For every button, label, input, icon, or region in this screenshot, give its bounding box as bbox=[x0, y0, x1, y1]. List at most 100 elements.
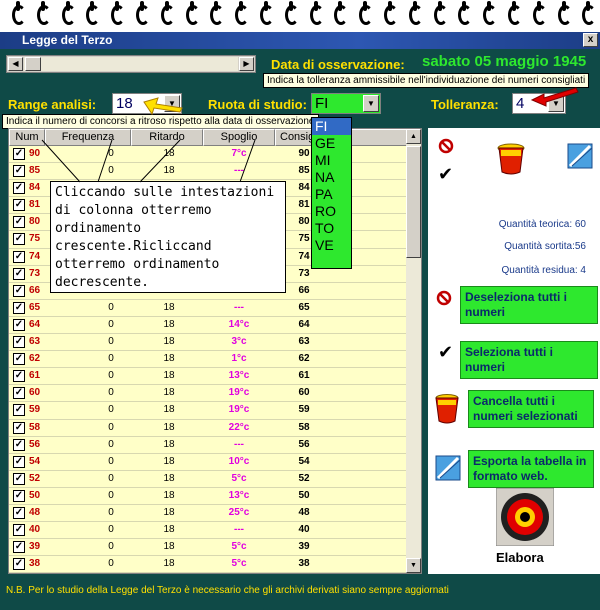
table-row[interactable]: ✓ 62 0 18 1°c 62 bbox=[9, 351, 407, 369]
row-checkbox[interactable]: ✓ bbox=[13, 284, 25, 297]
trash-bucket-icon[interactable] bbox=[434, 393, 460, 425]
ruota-option[interactable]: TO bbox=[312, 220, 351, 237]
ruota-combo[interactable]: FI ▼ bbox=[311, 93, 381, 114]
cell-consigl: 54 bbox=[298, 455, 310, 467]
table-row[interactable]: ✓ 56 0 18 --- 56 bbox=[9, 436, 407, 454]
qty-residua: Quantità residua: 4 bbox=[501, 265, 587, 276]
spiral-ring bbox=[384, 1, 398, 27]
table-row[interactable]: ✓ 61 0 18 13°c 61 bbox=[9, 368, 407, 386]
table-row[interactable]: ✓ 59 0 18 19°c 59 bbox=[9, 402, 407, 420]
row-checkbox[interactable]: ✓ bbox=[13, 387, 25, 400]
table-row[interactable]: ✓ 65 0 18 --- 65 bbox=[9, 299, 407, 317]
row-checkbox[interactable]: ✓ bbox=[13, 267, 25, 280]
table-row[interactable]: ✓ 39 0 18 5°c 39 bbox=[9, 539, 407, 557]
cancella-button[interactable]: Cancella tutti i numeri selezionati bbox=[468, 390, 594, 428]
cell-frequenza: 0 bbox=[108, 318, 114, 330]
deseleziona-button[interactable]: Deseleziona tutti i numeri bbox=[460, 286, 598, 324]
export-web-icon[interactable] bbox=[434, 454, 462, 482]
cell-num: 58 bbox=[29, 421, 41, 433]
trash-bucket-icon[interactable] bbox=[496, 142, 526, 176]
row-checkbox[interactable]: ✓ bbox=[13, 182, 25, 195]
cell-ritardo: 18 bbox=[163, 301, 175, 313]
table-row[interactable]: ✓ 63 0 18 3°c 63 bbox=[9, 334, 407, 352]
status-bar: N.B. Per lo studio della Legge del Terzo… bbox=[0, 576, 600, 610]
cell-consigl: 59 bbox=[298, 404, 310, 416]
table-row[interactable]: ✓ 50 0 18 13°c 50 bbox=[9, 487, 407, 505]
table-row[interactable]: ✓ 40 0 18 --- 40 bbox=[9, 522, 407, 540]
spiral-ring bbox=[359, 1, 374, 27]
ruota-option[interactable]: NA bbox=[312, 169, 351, 186]
scroll-up-button[interactable]: ▲ bbox=[406, 129, 421, 144]
row-checkbox[interactable]: ✓ bbox=[13, 404, 25, 417]
row-checkbox[interactable]: ✓ bbox=[13, 336, 25, 349]
tolleranza-label: Tolleranza: bbox=[431, 97, 499, 112]
row-checkbox[interactable]: ✓ bbox=[13, 318, 25, 331]
row-checkbox[interactable]: ✓ bbox=[13, 216, 25, 229]
checkmark-icon[interactable]: ✔ bbox=[438, 342, 453, 363]
no-entry-icon[interactable] bbox=[436, 290, 452, 306]
scroll-thumb[interactable] bbox=[25, 57, 41, 71]
table-row[interactable]: ✓ 54 0 18 10°c 54 bbox=[9, 453, 407, 471]
scroll-down-button[interactable]: ▼ bbox=[406, 558, 421, 573]
checkmark-icon[interactable]: ✔ bbox=[438, 164, 453, 185]
ruota-option[interactable]: RO bbox=[312, 203, 351, 220]
ruota-option[interactable]: MI bbox=[312, 152, 351, 169]
row-checkbox[interactable]: ✓ bbox=[13, 558, 25, 571]
vertical-scrollbar[interactable]: ▲ ▼ bbox=[406, 129, 421, 573]
scroll-left-button[interactable]: ◀ bbox=[8, 57, 23, 71]
horizontal-scrollbar[interactable]: ◀ ▶ bbox=[6, 55, 256, 73]
sort-hint-note: Cliccando sulle intestazioni di colonna … bbox=[50, 181, 286, 293]
row-checkbox[interactable]: ✓ bbox=[13, 421, 25, 434]
esporta-button[interactable]: Esporta la tabella in formato web. bbox=[468, 450, 594, 488]
cell-num: 50 bbox=[29, 489, 41, 501]
row-checkbox[interactable]: ✓ bbox=[13, 199, 25, 212]
qty-teorica: Quantità teorica: 60 bbox=[498, 219, 586, 230]
ruota-option[interactable]: PA bbox=[312, 186, 351, 203]
range-label: Range analisi: bbox=[8, 97, 97, 112]
table-row[interactable]: ✓ 48 0 18 25°c 48 bbox=[9, 504, 407, 523]
row-checkbox[interactable]: ✓ bbox=[13, 506, 25, 519]
cell-consigl: 50 bbox=[298, 489, 310, 501]
ruota-option[interactable]: GE bbox=[312, 135, 351, 152]
cell-num: 39 bbox=[29, 541, 41, 553]
row-checkbox[interactable]: ✓ bbox=[13, 370, 25, 383]
scroll-track[interactable] bbox=[24, 57, 238, 71]
export-web-icon[interactable] bbox=[566, 142, 594, 170]
row-checkbox[interactable]: ✓ bbox=[13, 455, 25, 468]
cell-consigl: 38 bbox=[298, 558, 310, 570]
row-checkbox[interactable]: ✓ bbox=[13, 301, 25, 314]
cell-consigl: 52 bbox=[298, 472, 310, 484]
spiral-ring bbox=[508, 1, 522, 27]
seleziona-button[interactable]: Seleziona tutti i numeri bbox=[460, 341, 598, 379]
spiral-ring bbox=[61, 1, 76, 27]
ruota-option[interactable]: FI bbox=[312, 118, 351, 135]
close-button[interactable]: x bbox=[583, 33, 598, 47]
row-checkbox[interactable]: ✓ bbox=[13, 541, 25, 554]
cell-consigl: 73 bbox=[298, 267, 310, 279]
table-row[interactable]: ✓ 64 0 18 14°c 64 bbox=[9, 316, 407, 335]
table-row[interactable]: ✓ 38 0 18 5°c 38 bbox=[9, 556, 407, 573]
ruota-option[interactable]: VE bbox=[312, 237, 351, 254]
scroll-right-button[interactable]: ▶ bbox=[239, 57, 254, 71]
spiral-ring bbox=[334, 1, 349, 27]
table-row[interactable]: ✓ 52 0 18 5°c 52 bbox=[9, 470, 407, 488]
row-checkbox[interactable]: ✓ bbox=[13, 353, 25, 366]
row-checkbox[interactable]: ✓ bbox=[13, 489, 25, 502]
row-checkbox[interactable]: ✓ bbox=[13, 233, 25, 246]
row-checkbox[interactable]: ✓ bbox=[13, 472, 25, 485]
scroll-thumb[interactable] bbox=[406, 146, 421, 258]
cell-frequenza: 0 bbox=[108, 370, 114, 382]
elabora-button[interactable]: Elabora bbox=[496, 550, 544, 565]
qty-sortita: Quantità sortita:56 bbox=[504, 241, 586, 252]
row-checkbox[interactable]: ✓ bbox=[13, 165, 25, 178]
row-checkbox[interactable]: ✓ bbox=[13, 438, 25, 451]
elabora-power-icon[interactable] bbox=[496, 488, 554, 546]
chevron-down-icon[interactable]: ▼ bbox=[363, 95, 379, 112]
row-checkbox[interactable]: ✓ bbox=[13, 250, 25, 263]
table-row[interactable]: ✓ 58 0 18 22°c 58 bbox=[9, 419, 407, 437]
row-checkbox[interactable]: ✓ bbox=[13, 148, 25, 160]
ruota-dropdown-list[interactable]: FI GE MI NA PA RO TO VE bbox=[311, 117, 352, 269]
table-row[interactable]: ✓ 60 0 18 19°c 60 bbox=[9, 385, 407, 403]
row-checkbox[interactable]: ✓ bbox=[13, 524, 25, 537]
no-entry-icon[interactable] bbox=[438, 138, 454, 154]
